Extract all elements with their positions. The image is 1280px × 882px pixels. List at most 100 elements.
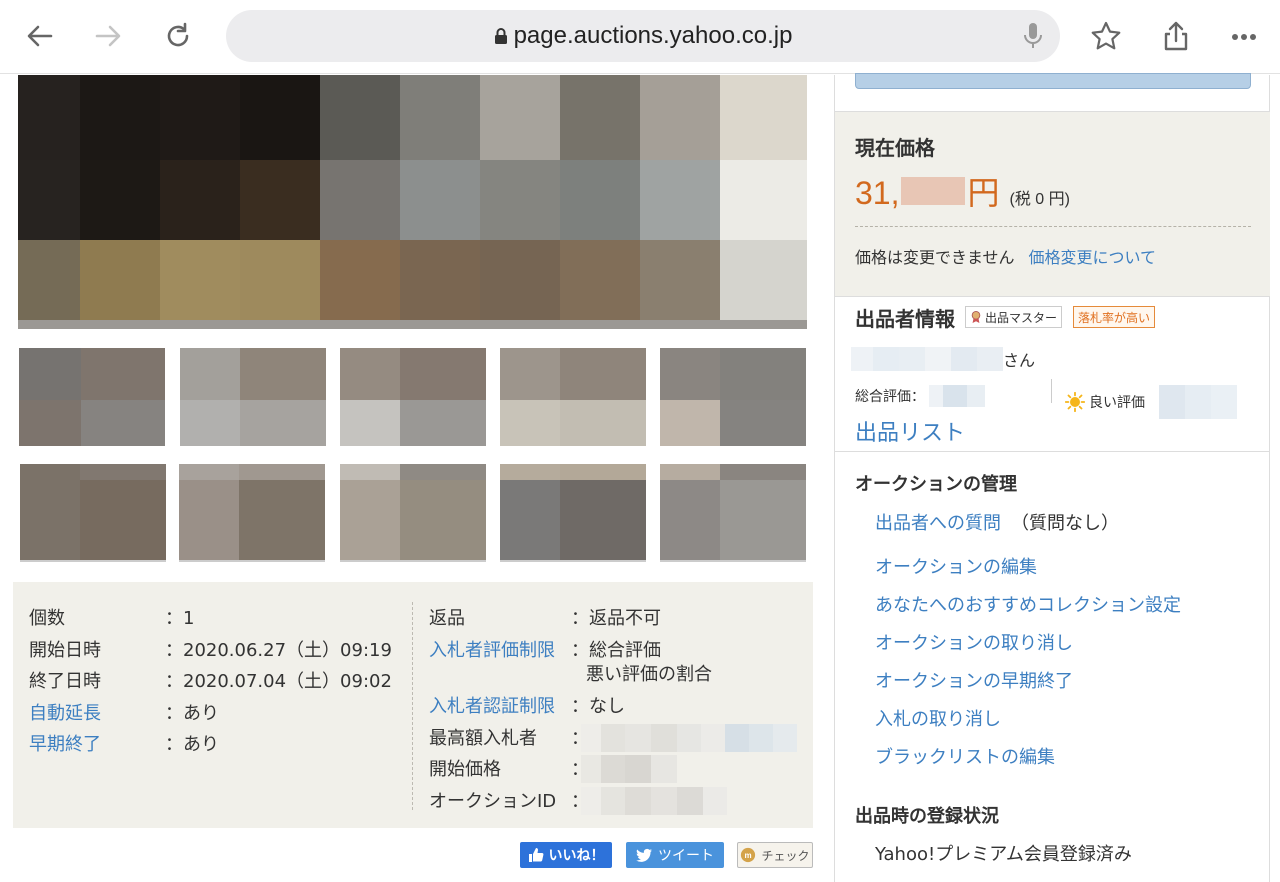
bid-button[interactable]	[855, 73, 1251, 89]
thumbnail[interactable]	[500, 464, 646, 562]
bookmark-button[interactable]	[1084, 14, 1128, 58]
check-logo-icon: m	[741, 847, 756, 863]
registration-title: 出品時の登録状況	[855, 806, 999, 827]
info-label: 最高額入札者	[429, 728, 537, 749]
back-arrow-icon	[27, 25, 53, 47]
url-text: page.auctions.yahoo.co.jp	[513, 22, 793, 49]
thumbnail[interactable]	[340, 348, 486, 446]
price-prefix: 31,	[855, 175, 900, 211]
price-note-text: 価格は変更できません	[855, 248, 1015, 267]
share-icon	[1164, 21, 1188, 51]
recommend-collection-link[interactable]: あなたへのおすすめコレクション設定	[875, 591, 1181, 617]
info-label: 開始日時	[29, 640, 101, 661]
info-label: オークションID	[429, 791, 557, 812]
info-label: 開始価格	[429, 759, 501, 780]
question-to-seller: 出品者への質問 （質問なし）	[875, 509, 1119, 535]
info-value: ：1	[165, 608, 195, 629]
thumbnail[interactable]	[20, 464, 166, 562]
thumbnail[interactable]	[19, 348, 165, 446]
bidder-eval-limit-link[interactable]: 入札者評価制限	[429, 636, 555, 662]
info-label: 終了日時	[29, 671, 101, 692]
tweet-button[interactable]: ツイート	[626, 842, 724, 868]
browser-toolbar: page.auctions.yahoo.co.jp	[0, 0, 1280, 74]
eval-divider	[1051, 379, 1052, 403]
seller-master-icon	[971, 311, 981, 323]
seller-master-badge: 出品マスター	[965, 306, 1063, 328]
cancel-bid-link[interactable]: 入札の取り消し	[875, 705, 1001, 731]
seller-name[interactable]: さん	[851, 347, 1035, 371]
auction-management-section: オークションの管理 出品者への質問 （質問なし） オークションの編集 あなたへのお…	[835, 451, 1270, 881]
good-eval-label: 良い評価	[1089, 395, 1145, 411]
bidder-auth-limit-link[interactable]: 入札者認証制限	[429, 692, 555, 718]
seller-title: 出品者情報	[855, 307, 955, 331]
blurred-seller-id	[851, 347, 1003, 371]
thumbnail[interactable]	[340, 464, 486, 562]
url-bar[interactable]: page.auctions.yahoo.co.jp	[226, 10, 1060, 62]
thumbnail[interactable]	[179, 464, 325, 562]
mixi-check-button[interactable]: m チェック	[737, 842, 813, 868]
thumbnail[interactable]	[660, 464, 806, 562]
reload-button[interactable]	[156, 14, 200, 58]
share-button[interactable]	[1154, 14, 1198, 58]
check-label: チェック	[761, 848, 810, 863]
twitter-icon	[636, 848, 652, 862]
current-price-section: 現在価格 31, 円 (税 0 円) 価格は変更できません 価格変更について	[835, 111, 1270, 296]
price-note: 価格は変更できません 価格変更について	[855, 244, 1156, 268]
sidebar: 現在価格 31, 円 (税 0 円) 価格は変更できません 価格変更について 出品…	[834, 73, 1270, 882]
like-label: いいね！	[548, 848, 605, 864]
info-value: 悪い評価の割合	[586, 664, 712, 685]
thumbnail[interactable]	[180, 348, 326, 446]
lock-icon	[494, 28, 507, 44]
mic-icon[interactable]	[1022, 22, 1044, 50]
price-change-link[interactable]: 価格変更について	[1029, 248, 1157, 267]
price-tax: (税 0 円)	[1009, 191, 1070, 208]
good-evaluation: 良い評価	[1065, 385, 1237, 419]
auto-extend-link[interactable]: 自動延長	[29, 699, 101, 725]
auction-info-panel: 個数 ：1 開始日時 ：2020.06.27（土）09:19 終了日時 ：202…	[13, 582, 813, 828]
blurred-good-eval[interactable]	[1159, 385, 1237, 419]
info-value: ：あり	[165, 703, 219, 724]
reload-icon	[167, 22, 189, 47]
early-end-auction-link[interactable]: オークションの早期終了	[875, 667, 1073, 693]
svg-text:m: m	[745, 851, 752, 860]
info-value: ：返品不可	[571, 608, 661, 629]
early-end-link[interactable]: 早期終了	[29, 730, 101, 756]
forward-button[interactable]	[86, 14, 130, 58]
manage-title: オークションの管理	[855, 474, 1017, 495]
seller-suffix: さん	[1003, 351, 1036, 370]
facebook-like-icon	[528, 848, 543, 862]
main-product-image[interactable]	[18, 75, 807, 329]
info-value: ：2020.07.04（土）09:02	[165, 671, 392, 692]
thumbnail[interactable]	[500, 348, 646, 446]
question-note: （質問なし）	[1011, 513, 1119, 534]
info-value: ：なし	[571, 696, 625, 717]
edit-auction-link[interactable]: オークションの編集	[875, 553, 1037, 579]
blurred-auction-id	[581, 787, 727, 815]
price-unit: 円	[967, 175, 1000, 211]
info-value: ：総合評価	[571, 640, 661, 661]
info-label: 個数	[29, 608, 65, 629]
question-link[interactable]: 出品者への質問	[875, 513, 1001, 534]
badge-rate-label: 落札率が高い	[1078, 310, 1151, 325]
star-icon	[1091, 21, 1121, 50]
more-icon	[1232, 34, 1256, 40]
registration-status: Yahoo!プレミアム会員登録済み	[875, 844, 1132, 865]
high-win-rate-badge: 落札率が高い	[1073, 306, 1156, 328]
blurred-total-eval[interactable]	[929, 385, 985, 407]
current-price: 31, 円 (税 0 円)	[855, 168, 1070, 214]
blurred-price-digits	[901, 177, 966, 205]
seller-list-link[interactable]: 出品リスト	[855, 415, 965, 447]
info-label: 返品	[429, 608, 465, 629]
thumbnail[interactable]	[660, 348, 806, 446]
sun-icon	[1065, 392, 1085, 412]
edit-blacklist-link[interactable]: ブラックリストの編集	[875, 743, 1055, 769]
more-button[interactable]	[1222, 14, 1266, 58]
blurred-start-price	[581, 755, 677, 783]
back-button[interactable]	[18, 14, 62, 58]
badge-master-label: 出品マスター	[985, 310, 1058, 325]
price-title: 現在価格	[855, 136, 935, 160]
cancel-auction-link[interactable]: オークションの取り消し	[875, 629, 1073, 655]
total-evaluation: 総合評価：	[855, 385, 985, 407]
seller-info-section: 出品者情報 出品マスター 落札率が高い さん 総合評価： 良い評価 出品リスト	[835, 296, 1270, 451]
facebook-like-button[interactable]: いいね！	[520, 842, 612, 868]
